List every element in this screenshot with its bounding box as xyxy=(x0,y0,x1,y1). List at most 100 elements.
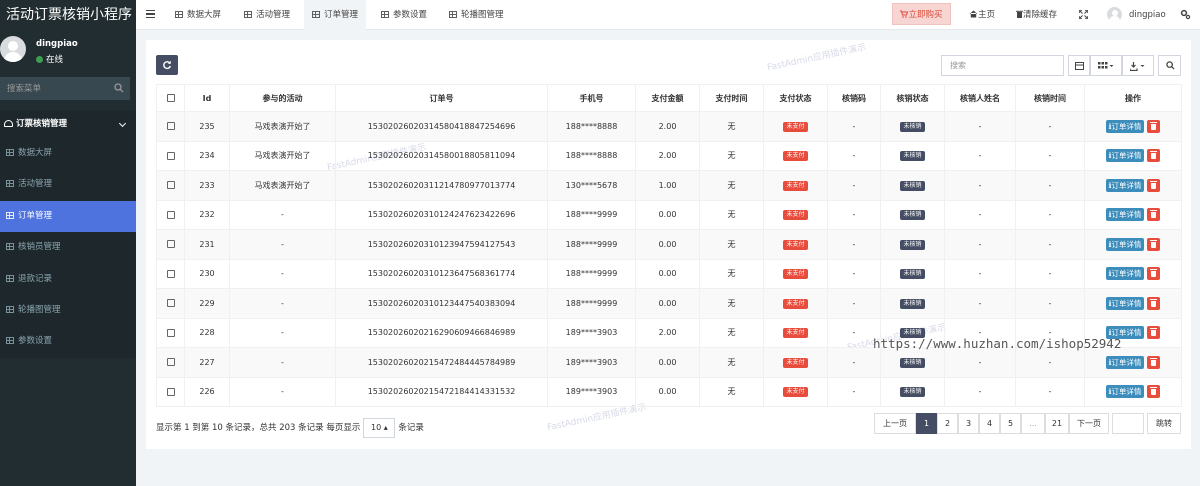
delete-button[interactable] xyxy=(1147,267,1161,281)
sidebar-item-activity[interactable]: 活动管理 xyxy=(0,169,136,201)
table-row[interactable]: 233 马戏表演开始了 15302026020311214780977013774 1… xyxy=(156,170,1182,201)
sidebar-item-orders[interactable]: 订单管理 xyxy=(0,200,136,233)
columns-button[interactable] xyxy=(1090,55,1122,76)
column-header[interactable]: 支付状态 xyxy=(763,84,828,112)
top-username[interactable]: dingpiao xyxy=(1129,0,1166,30)
page-button[interactable]: 1 xyxy=(916,413,937,434)
goto-page-input[interactable] xyxy=(1112,413,1144,434)
page-size-select[interactable]: 10 ▴ xyxy=(363,418,396,438)
column-header[interactable]: 核销状态 xyxy=(880,84,945,112)
verify-status-badge: 未核销 xyxy=(900,151,925,162)
tab-orders[interactable]: 订单管理 xyxy=(304,0,367,30)
cell-pay-status: 未支付 xyxy=(763,229,828,260)
search-icon[interactable] xyxy=(114,83,124,93)
page-button[interactable]: 3 xyxy=(958,413,979,434)
advanced-search-button[interactable] xyxy=(1158,55,1181,76)
order-detail-button[interactable]: ℹ订单详情 xyxy=(1105,178,1145,192)
delete-button[interactable] xyxy=(1147,326,1161,340)
row-checkbox[interactable] xyxy=(166,358,175,367)
tab-settings[interactable]: 参数设置 xyxy=(373,0,435,30)
toggle-view-button[interactable] xyxy=(1068,55,1090,76)
table-row[interactable]: 234 马戏表演开始了 15302026020314580018805811094 1… xyxy=(156,140,1182,171)
delete-button[interactable] xyxy=(1147,119,1161,133)
column-header[interactable]: 支付时间 xyxy=(699,84,764,112)
table-row[interactable]: 232-15302026020310124247623422696 188****… xyxy=(156,199,1182,230)
column-header[interactable]: 参与的活动 xyxy=(229,84,336,112)
gear-icon[interactable] xyxy=(1180,9,1191,20)
column-header[interactable]: 核销码 xyxy=(827,84,881,112)
order-detail-button[interactable]: ℹ订单详情 xyxy=(1105,355,1145,369)
table-row[interactable]: 235 马戏表演开始了 15302026020314580418847254696 1… xyxy=(156,111,1182,142)
sidebar-item-refunds[interactable]: 退款记录 xyxy=(0,263,136,295)
prev-page-button[interactable]: 上一页 xyxy=(874,413,916,434)
column-header[interactable]: 支付金额 xyxy=(635,84,700,112)
tab-activity[interactable]: 活动管理 xyxy=(236,0,298,30)
user-avatar[interactable] xyxy=(1107,7,1122,22)
pay-status-badge: 未支付 xyxy=(783,180,808,191)
order-detail-button[interactable]: ℹ订单详情 xyxy=(1105,267,1145,281)
table-search-input[interactable] xyxy=(941,55,1064,76)
order-detail-button[interactable]: ℹ订单详情 xyxy=(1105,385,1145,399)
menu-toggle-icon[interactable] xyxy=(146,10,155,18)
order-detail-button[interactable]: ℹ订单详情 xyxy=(1105,237,1145,251)
row-checkbox[interactable] xyxy=(166,151,175,160)
order-detail-button[interactable]: ℹ订单详情 xyxy=(1105,119,1145,133)
order-detail-label: 订单详情 xyxy=(1111,180,1142,190)
refresh-button[interactable] xyxy=(156,55,178,75)
table-row[interactable]: 229-15302026020310123447540383094 188****… xyxy=(156,288,1182,319)
sidebar-item-verifiers[interactable]: 核销员管理 xyxy=(0,232,136,264)
app-title[interactable]: 活动订票核销小程序 xyxy=(0,0,136,30)
row-checkbox[interactable] xyxy=(166,210,175,219)
row-checkbox[interactable] xyxy=(166,269,175,278)
sidebar-item-settings[interactable]: 参数设置 xyxy=(0,326,136,358)
next-page-button[interactable]: 下一页 xyxy=(1069,413,1109,434)
row-checkbox[interactable] xyxy=(166,122,175,131)
delete-button[interactable] xyxy=(1147,385,1161,399)
row-checkbox[interactable] xyxy=(166,181,175,190)
clear-cache-link[interactable]: 清除缓存 xyxy=(1016,0,1057,30)
select-cell xyxy=(156,199,185,230)
goto-button[interactable]: 跳转 xyxy=(1147,413,1181,434)
select-all-checkbox[interactable] xyxy=(166,94,175,102)
column-header[interactable]: 手机号 xyxy=(547,84,636,112)
page-button[interactable]: 5 xyxy=(1000,413,1021,434)
export-button[interactable] xyxy=(1122,55,1154,76)
table-row[interactable]: 227-15302026020215472484445784989 189****… xyxy=(156,347,1182,378)
cell-phone: 188****9999 xyxy=(547,288,636,319)
delete-button[interactable] xyxy=(1147,149,1161,163)
column-header[interactable]: 核销时间 xyxy=(1015,84,1085,112)
buy-now-button[interactable]: 立即购买 xyxy=(892,3,951,25)
order-detail-button[interactable]: ℹ订单详情 xyxy=(1105,149,1145,163)
page-button[interactable]: 21 xyxy=(1045,413,1069,434)
order-detail-button[interactable]: ℹ订单详情 xyxy=(1105,296,1145,310)
page-button[interactable]: 4 xyxy=(979,413,1000,434)
page-button[interactable]: 2 xyxy=(937,413,958,434)
row-checkbox[interactable] xyxy=(166,240,175,249)
delete-button[interactable] xyxy=(1147,208,1161,222)
order-detail-button[interactable]: ℹ订单详情 xyxy=(1105,208,1145,222)
table-row[interactable]: 230-15302026020310123647568361774 188****… xyxy=(156,258,1182,289)
row-checkbox[interactable] xyxy=(166,328,175,337)
select-cell xyxy=(156,288,185,319)
home-link[interactable]: 主页 xyxy=(969,0,995,30)
column-header[interactable]: 核销人姓名 xyxy=(944,84,1016,112)
tab-carousel[interactable]: 轮播图管理 xyxy=(441,0,512,30)
search-icon xyxy=(1166,61,1175,70)
delete-button[interactable] xyxy=(1147,355,1161,369)
tab-data-screen[interactable]: 数据大屏 xyxy=(167,0,229,30)
cell-amount: 0.00 xyxy=(635,376,700,407)
menu-search-input[interactable] xyxy=(0,77,130,100)
column-header[interactable]: Id xyxy=(184,84,230,112)
menu-group-ticket[interactable]: 订票核销管理 xyxy=(0,110,136,138)
sidebar-item-carousel[interactable]: 轮播图管理 xyxy=(0,294,136,327)
table-row[interactable]: 226-15302026020215472184414331532 189****… xyxy=(156,376,1182,407)
row-checkbox[interactable] xyxy=(166,387,175,396)
fullscreen-icon[interactable] xyxy=(1079,10,1088,19)
sidebar-item-data-screen[interactable]: 数据大屏 xyxy=(0,138,136,170)
delete-button[interactable] xyxy=(1147,237,1161,251)
delete-button[interactable] xyxy=(1147,296,1161,310)
delete-button[interactable] xyxy=(1147,178,1161,192)
row-checkbox[interactable] xyxy=(166,299,175,308)
column-header[interactable]: 订单号 xyxy=(335,84,548,112)
table-row[interactable]: 231-15302026020310123947594127543 188****… xyxy=(156,229,1182,260)
